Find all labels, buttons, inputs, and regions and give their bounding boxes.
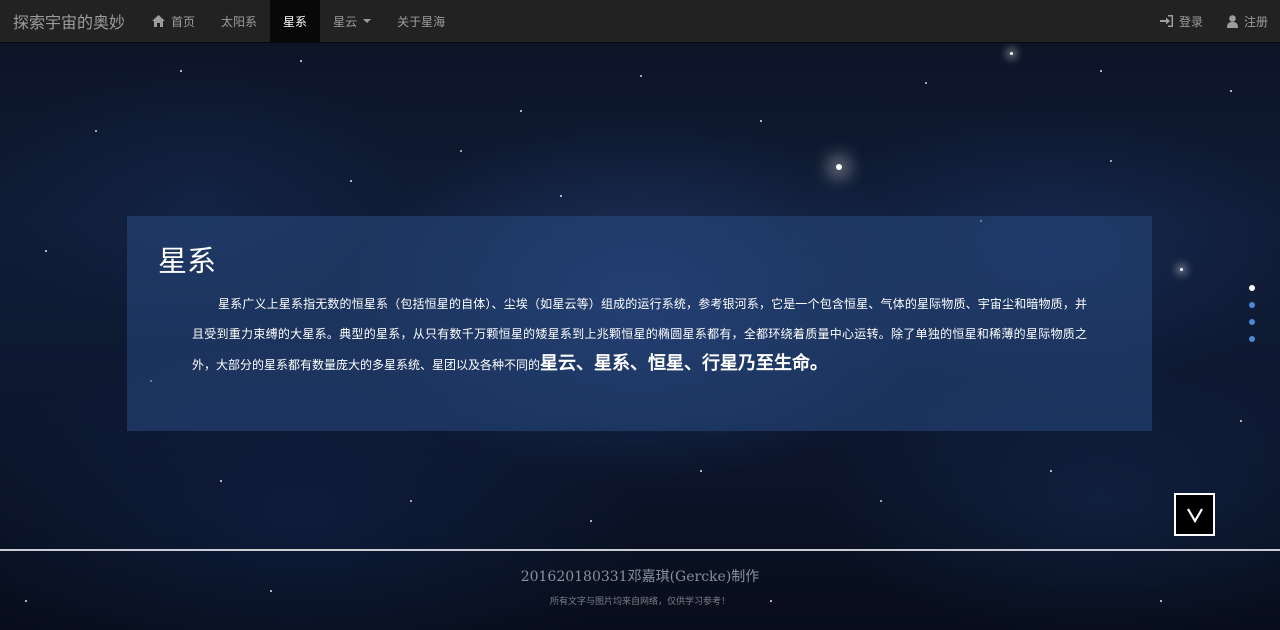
scroll-down-button[interactable] (1174, 493, 1215, 536)
nav-item-label: 太阳系 (221, 14, 258, 29)
caret-down-icon (363, 19, 372, 23)
galaxy-info-panel: 星系 星系广义上星系指无数的恒星系（包括恒星的自体）、尘埃（如星云等）组成的运行… (127, 216, 1152, 431)
top-navbar: 探索宇宙的奥妙 首页 太阳系 星系 星云 关于星海 登录 注册 (0, 0, 1280, 43)
nav-item-about[interactable]: 关于星海 (384, 0, 458, 42)
footer-note: 所有文字与图片均来自网络，仅供学习参考！ (549, 597, 730, 607)
panel-emphasis: 星云、星系、恒星、行星乃至生命。 (540, 353, 829, 374)
login-link[interactable]: 登录 (1148, 0, 1215, 42)
nav-item-solar-system[interactable]: 太阳系 (208, 0, 270, 42)
section-dot[interactable] (1249, 336, 1255, 342)
nav-item-label: 关于星海 (397, 14, 446, 29)
home-icon (152, 15, 166, 27)
panel-title: 星系 (158, 244, 217, 278)
section-dot[interactable] (1249, 302, 1255, 308)
section-dot[interactable] (1249, 285, 1255, 291)
footer-credit: 201620180331邓嘉琪(Gercke)制作 (520, 569, 760, 585)
register-label: 注册 (1243, 14, 1268, 29)
footer-divider (0, 549, 1280, 551)
nav-item-home[interactable]: 首页 (139, 0, 208, 42)
nav-item-galaxy[interactable]: 星系 (270, 0, 321, 42)
login-label: 登录 (1178, 14, 1203, 29)
section-dots-nav (1249, 285, 1255, 353)
register-link[interactable]: 注册 (1215, 0, 1280, 42)
nav-right-group: 登录 注册 (1148, 0, 1280, 42)
panel-paragraph: 星系广义上星系指无数的恒星系（包括恒星的自体）、尘埃（如星云等）组成的运行系统，… (192, 290, 1087, 381)
nav-item-label: 首页 (171, 14, 196, 29)
section-dot[interactable] (1249, 319, 1255, 325)
nav-item-nebula-dropdown[interactable]: 星云 (320, 0, 384, 42)
site-brand[interactable]: 探索宇宙的奥妙 (0, 0, 139, 42)
user-icon (1226, 14, 1238, 28)
chevron-down-icon (1186, 507, 1203, 523)
nav-item-label: 星云 (333, 14, 358, 29)
login-icon (1159, 15, 1173, 27)
nav-item-label: 星系 (283, 14, 308, 29)
